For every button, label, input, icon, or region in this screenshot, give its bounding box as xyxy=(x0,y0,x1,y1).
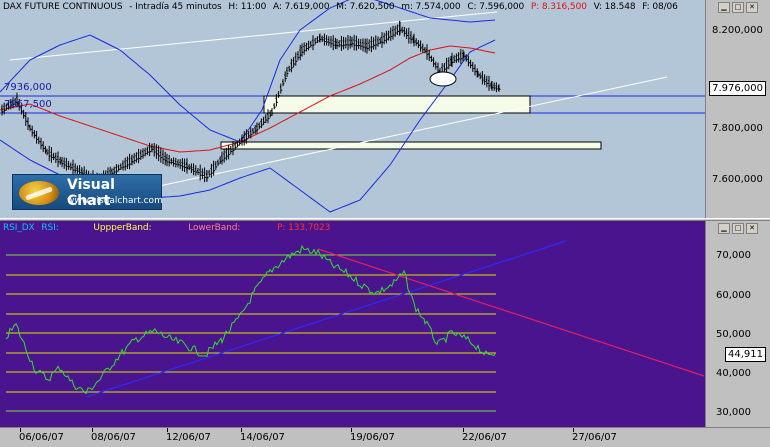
gap-zone-lower xyxy=(220,141,602,150)
date-label: 08/06/07 xyxy=(91,432,136,443)
lower-band-label: LowerBand: xyxy=(188,223,241,233)
close-pane-icon[interactable]: ✕ xyxy=(746,223,758,234)
logo-url: www.visualchart.com xyxy=(67,196,163,206)
price-tick: 7.800,000 xyxy=(712,123,763,134)
date-label: 12/06/07 xyxy=(166,432,211,443)
rsi-tick: 70,000 xyxy=(716,250,751,261)
time-axis[interactable]: 06/06/07 08/06/07 12/06/07 14/06/07 19/0… xyxy=(0,427,770,447)
rsi-header: RSI_DX RSI: UppperBand: LowerBand: P: 13… xyxy=(3,223,334,233)
date-label: 22/06/07 xyxy=(462,432,507,443)
visual-chart-logo: Visual Chart www.visualchart.com xyxy=(12,174,163,210)
level-label-upper: 7936,000 xyxy=(4,82,52,93)
rsi-p-readout: P: 133,7023 xyxy=(277,223,331,233)
price-axis[interactable]: ▁ □ ✕ 8.200,000 7.800,000 7.600,000 7.97… xyxy=(705,0,770,218)
minimize-pane-icon[interactable]: ▁ xyxy=(718,2,730,13)
date-label: 19/06/07 xyxy=(350,432,395,443)
rsi-trendline-resistance xyxy=(317,248,705,377)
date-label: 06/06/07 xyxy=(19,432,64,443)
upper-band-label: UppperBand: xyxy=(93,223,152,233)
rsi-pane-controls: ▁ □ ✕ xyxy=(718,223,758,234)
hour-readout: H: 11:00 xyxy=(228,2,267,12)
price-tick: 7.600,000 xyxy=(712,174,763,185)
volume-readout: V: 18.548 xyxy=(593,2,636,12)
price-pane-controls: ▁ □ ✕ xyxy=(718,2,758,13)
max-readout: A: 7.619,000 xyxy=(273,2,330,12)
rsi-pane[interactable]: RSI_DX RSI: UppperBand: LowerBand: P: 13… xyxy=(0,221,705,427)
rsi-axis[interactable]: ▁ □ ✕ 70,000 60,000 50,000 40,000 30,000… xyxy=(705,221,770,427)
mid-readout: M: 7.620,500 xyxy=(336,2,395,12)
rsi-tick: 60,000 xyxy=(716,290,751,301)
rsi-line xyxy=(5,244,496,395)
price-header: DAX FUTURE CONTINUOUS - Intradía 45 minu… xyxy=(3,2,682,12)
min-readout: m: 7.574,000 xyxy=(401,2,461,12)
close-readout: C: 7.596,000 xyxy=(467,2,525,12)
level-label-lower: 7867,500 xyxy=(4,99,52,110)
date-readout: F: 08/06 xyxy=(642,2,678,12)
p-readout: P: 8.316,500 xyxy=(530,2,587,12)
timeframe: - Intradía 45 minutos xyxy=(129,2,222,12)
highlight-ellipse xyxy=(429,71,457,87)
instrument-title: DAX FUTURE CONTINUOUS xyxy=(3,2,123,12)
maximize-pane-icon[interactable]: □ xyxy=(732,2,744,13)
rsi-trendline-support xyxy=(85,240,567,398)
logo-icon xyxy=(19,181,59,205)
price-pane[interactable]: DAX FUTURE CONTINUOUS - Intradía 45 minu… xyxy=(0,0,705,218)
rsi-tick: 40,000 xyxy=(716,368,751,379)
price-tick: 8.200,000 xyxy=(712,25,763,36)
rsi-tick: 30,000 xyxy=(716,407,751,418)
trendline-lower xyxy=(149,76,668,189)
rsi-name: RSI_DX xyxy=(3,223,35,233)
current-price-label: 7.976,000 xyxy=(709,81,766,96)
rsi-chart[interactable] xyxy=(0,221,705,427)
date-label: 27/06/07 xyxy=(572,432,617,443)
rsi-tick: 50,000 xyxy=(716,329,751,340)
rsi-value-label: RSI: xyxy=(41,223,59,233)
current-rsi-label: 44,911 xyxy=(725,347,766,362)
maximize-pane-icon[interactable]: □ xyxy=(732,223,744,234)
chart-window: DAX FUTURE CONTINUOUS - Intradía 45 minu… xyxy=(0,0,770,447)
date-label: 14/06/07 xyxy=(240,432,285,443)
close-pane-icon[interactable]: ✕ xyxy=(746,2,758,13)
minimize-pane-icon[interactable]: ▁ xyxy=(718,223,730,234)
